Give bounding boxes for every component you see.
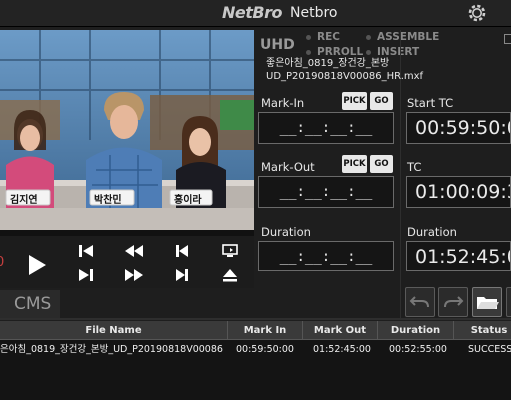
extra-action-button[interactable] — [506, 287, 511, 317]
transport-controls: 0 — [0, 236, 254, 288]
file-name-line-1: 좋은아침_0819_장건강_본방 — [266, 58, 390, 69]
skip-end-button[interactable] — [170, 264, 194, 286]
skip-start-icon — [176, 245, 188, 257]
step-back-icon — [79, 245, 93, 257]
col-duration[interactable]: Duration — [378, 321, 454, 340]
app-title: Netbro — [290, 5, 338, 21]
step-forward-icon — [79, 269, 93, 281]
eject-icon — [223, 269, 237, 282]
table-empty-area — [0, 360, 511, 400]
duration-label: Duration — [261, 225, 311, 239]
redo-button[interactable] — [438, 287, 468, 317]
rewind-icon — [125, 245, 143, 257]
rewind-button[interactable] — [122, 240, 146, 262]
video-frame — [0, 30, 254, 230]
table-row[interactable]: 은아침_0819_장건강_본방_UD_P20190818V00086 00:59… — [0, 340, 511, 360]
format-label: UHD — [260, 37, 295, 53]
tab-cms[interactable]: CMS — [0, 290, 60, 318]
col-file-name[interactable]: File Name — [0, 321, 228, 340]
eject-button[interactable] — [218, 264, 242, 286]
cell-mark-out: 01:52:45:00 — [313, 344, 371, 355]
duration-field-2[interactable]: 01:52:45:00 — [406, 241, 511, 271]
mark-out-label: Mark-Out — [261, 160, 315, 174]
redo-icon — [444, 296, 464, 308]
netbro-logo: NetBro — [222, 3, 282, 22]
cell-status: SUCCESS — [468, 344, 511, 355]
video-preview[interactable]: 김지연 박찬민 홍이라 — [0, 30, 254, 230]
cell-file-name: 은아침_0819_장건강_본방_UD_P20190818V00086 — [0, 344, 223, 355]
rec-indicator: REC — [306, 31, 340, 43]
mark-in-pick-button[interactable]: PICK — [342, 92, 367, 110]
mark-out-field[interactable]: __:__:__:__ — [258, 176, 394, 208]
record-status-bar: UHD REC ASSEMBLE PRROLL INSERT — [254, 30, 511, 60]
file-name-line-2: UD_P20190818V00086_HR.mxf — [266, 71, 424, 82]
mark-out-pick-button[interactable]: PICK — [342, 155, 367, 173]
monitor-icon — [222, 244, 238, 257]
tc-field[interactable]: 01:00:09:3 — [406, 176, 511, 208]
name-plate-3: 홍이라 — [174, 195, 202, 206]
start-tc-label: Start TC — [407, 96, 454, 110]
step-back-button[interactable] — [74, 240, 98, 262]
step-forward-button[interactable] — [74, 264, 98, 286]
tape-counter: 0 — [0, 255, 5, 270]
start-tc-field[interactable]: 00:59:50:00 — [406, 112, 511, 144]
duration-label-2: Duration — [407, 225, 457, 239]
play-icon — [29, 255, 46, 275]
fast-forward-icon — [125, 269, 143, 281]
fast-forward-button[interactable] — [122, 264, 146, 286]
mark-in-field[interactable]: __:__:__:__ — [258, 112, 394, 144]
table-header: File Name Mark In Mark Out Duration Stat… — [0, 321, 511, 340]
tc-label: TC — [407, 160, 422, 174]
undo-button[interactable] — [405, 287, 435, 317]
skip-end-icon — [176, 269, 188, 281]
skip-start-button[interactable] — [170, 240, 194, 262]
col-status[interactable]: Status — [454, 321, 511, 340]
folder-icon — [477, 297, 499, 309]
duration-field[interactable]: __:__:__:__ — [258, 241, 394, 271]
mark-in-label: Mark-In — [261, 96, 305, 110]
current-file-name: 좋은아침_0819_장건강_본방 UD_P20190818V00086_HR.m… — [266, 57, 423, 83]
panel-checkbox[interactable] — [504, 34, 511, 44]
cell-mark-in: 00:59:50:00 — [236, 344, 294, 355]
title-bar: NetBro Netbro — [0, 0, 511, 27]
app-window: NetBro Netbro 김지연 박찬민 홍이라 0 CMS UHD REC … — [0, 0, 511, 400]
assemble-indicator: ASSEMBLE — [366, 31, 439, 43]
name-plate-2: 박찬민 — [94, 195, 122, 206]
mark-out-go-button[interactable]: GO — [370, 155, 393, 173]
open-folder-button[interactable] — [472, 287, 502, 317]
cell-duration: 00:52:55:00 — [389, 344, 447, 355]
tab-underline — [0, 318, 511, 320]
col-mark-out[interactable]: Mark Out — [303, 321, 378, 340]
play-button[interactable] — [24, 252, 50, 278]
col-mark-in[interactable]: Mark In — [228, 321, 303, 340]
name-plate-1: 김지연 — [10, 195, 38, 206]
mark-in-go-button[interactable]: GO — [370, 92, 393, 110]
tab-cms-label: CMS — [14, 294, 52, 314]
gear-icon[interactable] — [466, 2, 488, 24]
monitor-button[interactable] — [218, 240, 242, 262]
undo-icon — [409, 296, 429, 308]
